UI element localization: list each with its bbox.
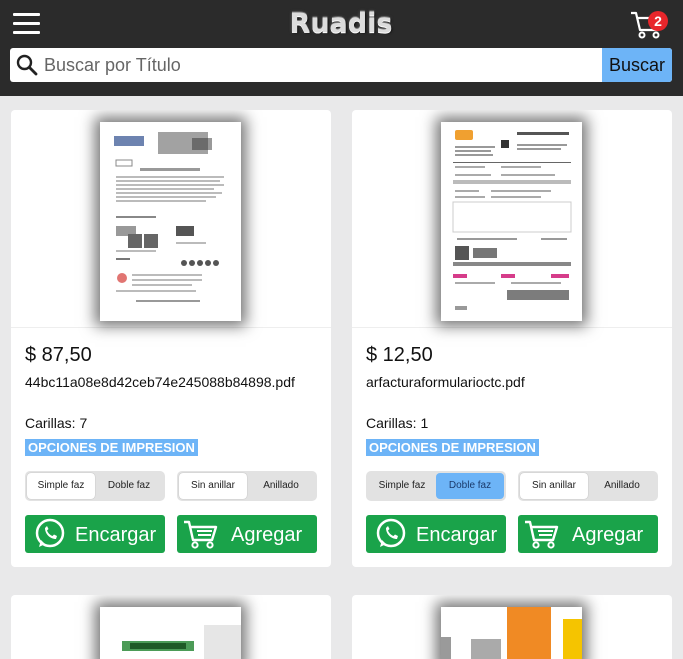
add-button-label: Agregar	[231, 524, 303, 546]
order-whatsapp-button[interactable]: Encargar	[25, 515, 165, 553]
product-price: $ 12,50	[366, 344, 433, 366]
doble-faz-option[interactable]: Doble faz	[95, 473, 163, 499]
search-input[interactable]	[44, 48, 604, 82]
search-icon	[16, 54, 38, 76]
product-filename[interactable]: 44bc11a08e8d42ceb74e245088b84898.pdf	[25, 374, 295, 390]
cart-button[interactable]: 2	[630, 10, 670, 40]
menu-icon[interactable]	[13, 12, 40, 36]
product-card	[352, 595, 672, 659]
product-card: $ 12,50 arfacturaformularioctc.pdf Caril…	[352, 110, 672, 567]
order-button-label: Encargar	[416, 524, 498, 546]
simple-faz-option[interactable]: Simple faz	[368, 473, 436, 499]
simple-faz-option[interactable]: Simple faz	[27, 473, 95, 499]
product-card: $ 87,50 44bc11a08e8d42ceb74e245088b84898…	[11, 110, 331, 567]
product-page-count: Carillas: 7	[25, 415, 88, 431]
logo[interactable]: Ruadis	[283, 6, 399, 42]
document-thumbnail[interactable]	[100, 607, 241, 659]
product-price: $ 87,50	[25, 344, 92, 366]
binding-toggle: Sin anillar Anillado	[518, 471, 658, 501]
sin-anillar-option[interactable]: Sin anillar	[179, 473, 247, 499]
whatsapp-icon	[376, 518, 406, 548]
document-thumbnail	[100, 122, 241, 321]
product-filename[interactable]: arfacturaformularioctc.pdf	[366, 374, 525, 390]
product-page-count: Carillas: 1	[366, 415, 429, 431]
document-thumbnail[interactable]	[441, 607, 582, 659]
cart-add-icon	[525, 520, 559, 549]
cart-count-badge: 2	[648, 11, 668, 31]
anillado-option[interactable]: Anillado	[247, 473, 315, 499]
order-button-label: Encargar	[75, 524, 157, 546]
document-thumbnail	[441, 122, 582, 321]
print-options-label: OPCIONES DE IMPRESION	[366, 439, 539, 456]
add-to-cart-button[interactable]: Agregar	[518, 515, 658, 553]
product-thumbnail-area[interactable]	[352, 110, 672, 328]
sides-toggle: Simple faz Doble faz	[25, 471, 165, 501]
anillado-option[interactable]: Anillado	[588, 473, 656, 499]
sides-toggle: Simple faz Doble faz	[366, 471, 506, 501]
search-button[interactable]: Buscar	[602, 48, 672, 82]
print-options-label: OPCIONES DE IMPRESION	[25, 439, 198, 456]
top-bar: Ruadis 2 Buscar	[0, 0, 683, 96]
product-card	[11, 595, 331, 659]
cart-add-icon	[184, 520, 218, 549]
doble-faz-option[interactable]: Doble faz	[436, 473, 504, 499]
binding-toggle: Sin anillar Anillado	[177, 471, 317, 501]
add-to-cart-button[interactable]: Agregar	[177, 515, 317, 553]
add-button-label: Agregar	[572, 524, 644, 546]
sin-anillar-option[interactable]: Sin anillar	[520, 473, 588, 499]
order-whatsapp-button[interactable]: Encargar	[366, 515, 506, 553]
search-bar: Buscar	[10, 48, 672, 82]
whatsapp-icon	[35, 518, 65, 548]
product-thumbnail-area[interactable]	[11, 110, 331, 328]
